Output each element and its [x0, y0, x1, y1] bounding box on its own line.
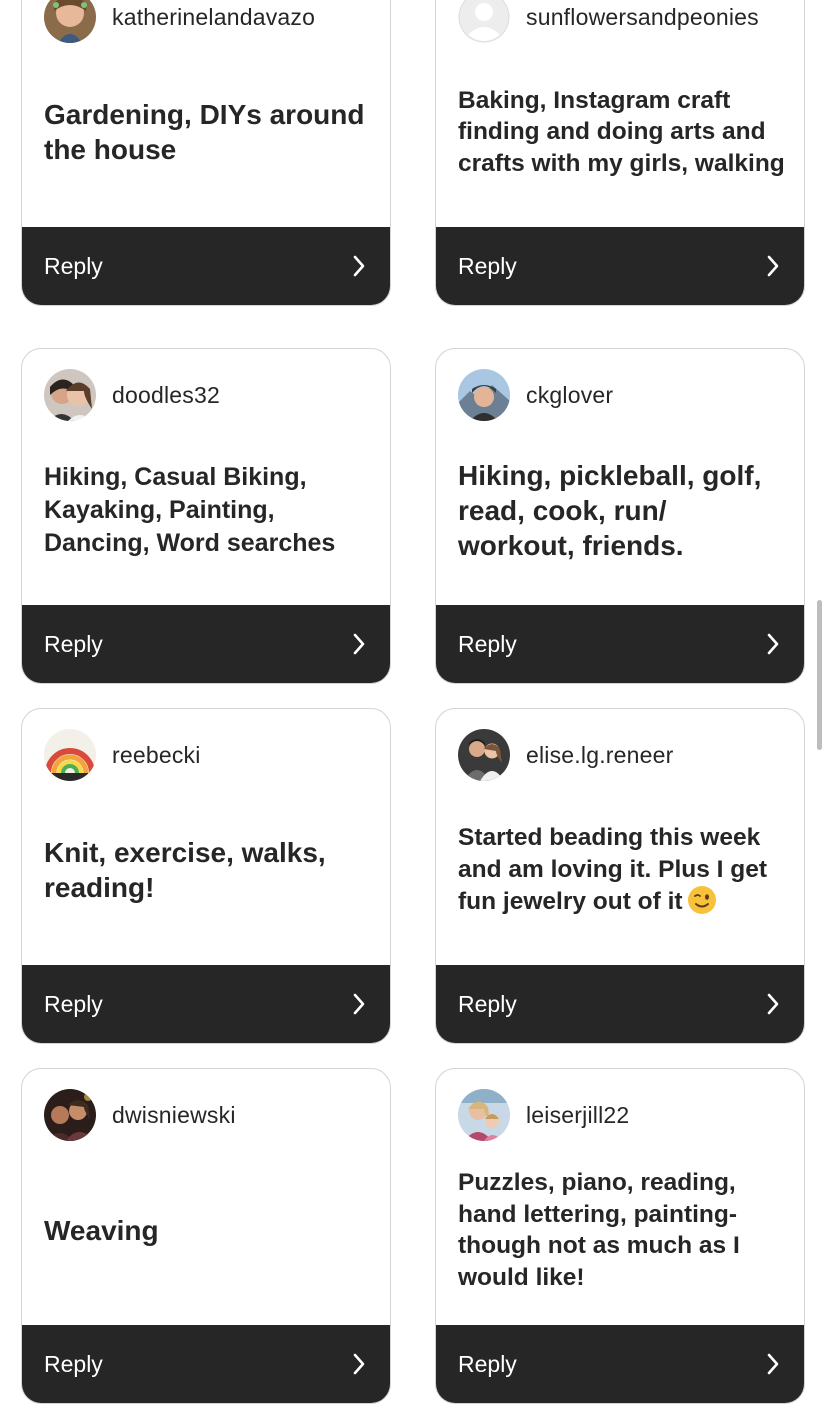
- reply-button[interactable]: Reply: [22, 605, 390, 683]
- avatar[interactable]: [44, 0, 96, 43]
- username[interactable]: ckglover: [526, 382, 613, 409]
- reply-text: Hiking, pickleball, golf, read, cook, ru…: [458, 459, 762, 561]
- chevron-right-icon: [350, 1352, 368, 1376]
- reply-button[interactable]: Reply: [436, 1325, 804, 1403]
- reply-label: Reply: [44, 990, 103, 1017]
- reply-text: Puzzles, piano, reading, hand lettering,…: [458, 1169, 740, 1291]
- card-header: dwisniewski: [44, 1089, 236, 1141]
- avatar[interactable]: [458, 0, 510, 43]
- reply-text: Weaving: [44, 1214, 159, 1246]
- username[interactable]: reebecki: [112, 742, 201, 769]
- reply-text: Started beading this week and am loving …: [458, 793, 786, 947]
- username[interactable]: dwisniewski: [112, 1102, 236, 1129]
- reply-card: dwisniewski Weaving Reply: [21, 1068, 391, 1404]
- chevron-right-icon: [764, 1352, 782, 1376]
- reply-text: Knit, exercise, walks, reading!: [44, 837, 326, 903]
- reply-card: elise.lg.reneer Started beading this wee…: [435, 708, 805, 1044]
- reply-button[interactable]: Reply: [436, 605, 804, 683]
- reply-text: Baking, Instagram craft finding and doin…: [458, 86, 785, 177]
- winking-face-emoji: [687, 885, 717, 915]
- avatar[interactable]: [458, 1089, 510, 1141]
- reply-card: reebecki Knit, exercise, walks, reading!…: [21, 708, 391, 1044]
- reply-label: Reply: [44, 1350, 103, 1377]
- reply-label: Reply: [44, 252, 103, 279]
- card-header: reebecki: [44, 729, 201, 781]
- reply-button[interactable]: Reply: [22, 965, 390, 1043]
- vertical-scrollbar[interactable]: [817, 600, 822, 750]
- username[interactable]: elise.lg.reneer: [526, 742, 673, 769]
- avatar[interactable]: [458, 729, 510, 781]
- reply-text-content: Started beading this week and am loving …: [458, 824, 768, 916]
- reply-label: Reply: [458, 630, 517, 657]
- username[interactable]: katherinelandavazo: [112, 4, 315, 31]
- username[interactable]: sunflowersandpeonies: [526, 4, 759, 31]
- reply-label: Reply: [458, 990, 517, 1017]
- avatar[interactable]: [44, 729, 96, 781]
- reply-button[interactable]: Reply: [22, 227, 390, 305]
- card-header: sunflowersandpeonies: [458, 0, 759, 43]
- chevron-right-icon: [764, 254, 782, 278]
- avatar[interactable]: [458, 369, 510, 421]
- card-header: ckglover: [458, 369, 613, 421]
- reply-card: leiserjill22 Puzzles, piano, reading, ha…: [435, 1068, 805, 1404]
- chevron-right-icon: [764, 632, 782, 656]
- chevron-right-icon: [350, 992, 368, 1016]
- replies-grid: katherinelandavazo Gardening, DIYs aroun…: [0, 0, 828, 1408]
- reply-button[interactable]: Reply: [22, 1325, 390, 1403]
- chevron-right-icon: [350, 632, 368, 656]
- reply-label: Reply: [44, 630, 103, 657]
- reply-card: doodles32 Hiking, Casual Biking, Kayakin…: [21, 348, 391, 684]
- reply-card: sunflowersandpeonies Baking, Instagram c…: [435, 0, 805, 306]
- avatar[interactable]: [44, 1089, 96, 1141]
- username[interactable]: leiserjill22: [526, 1102, 629, 1129]
- card-header: doodles32: [44, 369, 220, 421]
- avatar[interactable]: [44, 369, 96, 421]
- reply-label: Reply: [458, 252, 517, 279]
- reply-button[interactable]: Reply: [436, 227, 804, 305]
- reply-card: ckglover Hiking, pickleball, golf, read,…: [435, 348, 805, 684]
- chevron-right-icon: [764, 992, 782, 1016]
- reply-text: Gardening, DIYs around the house: [44, 99, 365, 165]
- username[interactable]: doodles32: [112, 382, 220, 409]
- reply-card: katherinelandavazo Gardening, DIYs aroun…: [21, 0, 391, 306]
- reply-text: Hiking, Casual Biking, Kayaking, Paintin…: [44, 462, 336, 557]
- chevron-right-icon: [350, 254, 368, 278]
- card-header: leiserjill22: [458, 1089, 629, 1141]
- card-header: elise.lg.reneer: [458, 729, 673, 781]
- reply-label: Reply: [458, 1350, 517, 1377]
- card-header: katherinelandavazo: [44, 0, 315, 43]
- reply-button[interactable]: Reply: [436, 965, 804, 1043]
